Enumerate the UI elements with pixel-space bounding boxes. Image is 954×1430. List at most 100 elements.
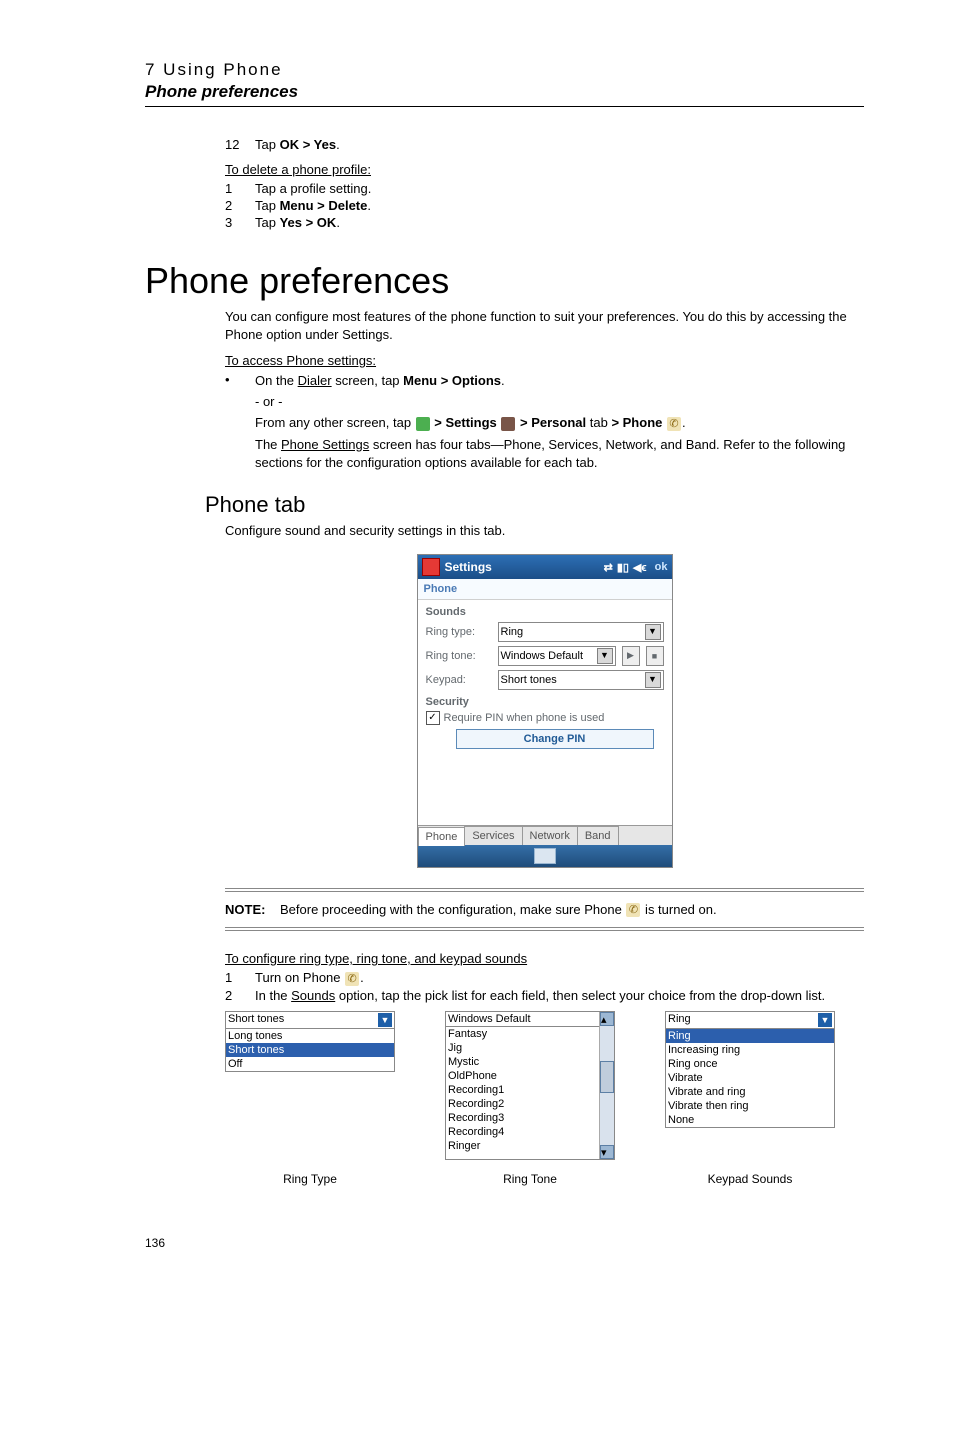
play-button[interactable]: ▶ bbox=[622, 646, 640, 666]
desc-line: The Phone Settings screen has four tabs—… bbox=[255, 436, 864, 472]
step-number: 12 bbox=[225, 137, 255, 152]
select-value: Ring bbox=[501, 626, 524, 638]
ring-type-label: Ring type: bbox=[426, 626, 492, 638]
require-pin-checkbox[interactable]: ✓ bbox=[426, 711, 440, 725]
list-item[interactable]: Short tones bbox=[226, 1043, 394, 1057]
access-bullet: • On the Dialer screen, tap Menu > Optio… bbox=[225, 372, 864, 472]
ring-tone-label: Ring tone: bbox=[426, 650, 492, 662]
list-item[interactable]: Mystic bbox=[446, 1055, 599, 1069]
volume-icon: ◀ϵ bbox=[633, 560, 647, 574]
phone-tab-desc: Configure sound and security settings in… bbox=[225, 522, 864, 540]
note-text: Before proceeding with the configuration… bbox=[280, 902, 717, 918]
select-value: Short tones bbox=[228, 1013, 284, 1027]
bold-text: > Settings bbox=[431, 415, 501, 430]
dd-selected[interactable]: Short tones ▼ bbox=[226, 1012, 394, 1029]
wm-screenshot: Settings ⇄ ▮▯ ◀ϵ ok Phone Sounds Ring ty… bbox=[417, 554, 673, 868]
step-text: Tap a profile setting. bbox=[255, 181, 864, 196]
chevron-down-icon: ▼ bbox=[378, 1013, 392, 1027]
step-3: 3 Tap Yes > OK. bbox=[225, 215, 864, 230]
step-text: Tap Menu > Delete. bbox=[255, 198, 864, 213]
note-box: NOTE: Before proceeding with the configu… bbox=[225, 888, 864, 932]
keyboard-icon[interactable] bbox=[534, 848, 556, 864]
list-item[interactable]: Recording1 bbox=[446, 1083, 599, 1097]
bullet-text: On the Dialer screen, tap Menu > Options… bbox=[255, 372, 864, 472]
list-item[interactable]: OldPhone bbox=[446, 1069, 599, 1083]
list-item[interactable]: None bbox=[666, 1113, 834, 1127]
phone-tab-heading: Phone tab bbox=[205, 492, 864, 518]
caption-ring-type: Ring Type bbox=[225, 1172, 395, 1186]
change-pin-button[interactable]: Change PIN bbox=[456, 729, 654, 749]
configure-sounds-heading: To configure ring type, ring tone, and k… bbox=[225, 951, 864, 966]
chapter-title: 7 Using Phone bbox=[145, 60, 864, 80]
dd-selected[interactable]: Ring ▼ bbox=[666, 1012, 834, 1029]
text: In the bbox=[255, 988, 291, 1003]
page-number: 136 bbox=[145, 1236, 864, 1250]
step-1: 1 Tap a profile setting. bbox=[225, 181, 864, 196]
text: Tap bbox=[255, 198, 280, 213]
list-item[interactable]: Vibrate then ring bbox=[666, 1099, 834, 1113]
list-item[interactable]: Recording3 bbox=[446, 1111, 599, 1125]
start-icon[interactable] bbox=[422, 558, 440, 576]
step-number: 2 bbox=[225, 198, 255, 213]
ok-button[interactable]: ok bbox=[655, 561, 668, 573]
ring-type-select[interactable]: Ring ▼ bbox=[498, 622, 664, 642]
text: . bbox=[336, 137, 340, 152]
scroll-thumb[interactable] bbox=[600, 1061, 614, 1093]
stop-button[interactable]: ■ bbox=[646, 646, 664, 666]
ring-tone-dropdown: Windows Default Fantasy Jig Mystic OldPh… bbox=[445, 1011, 615, 1160]
tab-band[interactable]: Band bbox=[577, 826, 619, 845]
text: Turn on Phone bbox=[255, 970, 344, 985]
ring-tone-select[interactable]: Windows Default ▼ bbox=[498, 646, 616, 666]
text: The bbox=[255, 437, 281, 452]
config-step-2: 2 In the Sounds option, tap the pick lis… bbox=[225, 988, 864, 1003]
text: . bbox=[501, 373, 505, 388]
dropdowns-row: Short tones ▼ Long tones Short tones Off… bbox=[225, 1011, 864, 1160]
bullet-dot: • bbox=[225, 372, 255, 472]
config-step-1: 1 Turn on Phone ✆. bbox=[225, 970, 864, 986]
list-item[interactable]: Off bbox=[226, 1057, 394, 1071]
start-icon bbox=[416, 417, 430, 431]
list-item[interactable]: Fantasy bbox=[446, 1027, 599, 1041]
list-item[interactable]: Vibrate bbox=[666, 1071, 834, 1085]
status-area: ⇄ ▮▯ ◀ϵ ok bbox=[604, 560, 668, 574]
sounds-label: Sounds bbox=[426, 606, 664, 618]
tab-services[interactable]: Services bbox=[464, 826, 522, 845]
list-item[interactable]: Jig bbox=[446, 1041, 599, 1055]
scroll-up-icon[interactable]: ▴ bbox=[600, 1012, 614, 1026]
wm-tabs: Phone Services Network Band bbox=[418, 825, 672, 845]
list-item[interactable]: Ringer bbox=[446, 1139, 599, 1153]
scroll-down-icon[interactable]: ▾ bbox=[600, 1145, 614, 1159]
dd-list: Ring Increasing ring Ring once Vibrate V… bbox=[666, 1029, 834, 1127]
tab-phone[interactable]: Phone bbox=[418, 827, 466, 846]
scrollbar[interactable]: ▴ ▾ bbox=[599, 1012, 614, 1159]
list-item[interactable]: Recording2 bbox=[446, 1097, 599, 1111]
bold-text: Menu > Options bbox=[403, 373, 501, 388]
caption-ring-tone: Ring Tone bbox=[445, 1172, 615, 1186]
alt-line: From any other screen, tap > Settings > … bbox=[255, 414, 864, 432]
list-item[interactable]: Recording4 bbox=[446, 1125, 599, 1139]
ring-tone-row: Ring tone: Windows Default ▼ ▶ ■ bbox=[426, 646, 664, 666]
intro-paragraph: You can configure most features of the p… bbox=[225, 308, 864, 343]
signal-icon: ▮▯ bbox=[617, 560, 629, 574]
step-number: 2 bbox=[225, 988, 255, 1003]
select-value: Windows Default bbox=[448, 1013, 531, 1025]
dd-selected[interactable]: Windows Default bbox=[446, 1012, 599, 1027]
list-item[interactable]: Vibrate and ring bbox=[666, 1085, 834, 1099]
step-12: 12 Tap OK > Yes. bbox=[225, 137, 864, 152]
or-text: - or - bbox=[255, 393, 864, 411]
list-item[interactable]: Increasing ring bbox=[666, 1043, 834, 1057]
wm-bottombar bbox=[418, 845, 672, 867]
connectivity-icon: ⇄ bbox=[604, 560, 613, 574]
tab-network[interactable]: Network bbox=[522, 826, 578, 845]
text: From any other screen, tap bbox=[255, 415, 415, 430]
bold-text: > Personal bbox=[516, 415, 586, 430]
text: . bbox=[360, 970, 364, 985]
keypad-select[interactable]: Short tones ▼ bbox=[498, 670, 664, 690]
bold-text: OK > Yes bbox=[280, 137, 337, 152]
list-item[interactable]: Ring bbox=[666, 1029, 834, 1043]
list-item[interactable]: Long tones bbox=[226, 1029, 394, 1043]
text: . bbox=[336, 215, 340, 230]
list-item[interactable]: Ring once bbox=[666, 1057, 834, 1071]
wm-body: Sounds Ring type: Ring ▼ Ring tone: Wind… bbox=[418, 600, 672, 755]
page-header: 7 Using Phone Phone preferences bbox=[145, 60, 864, 107]
